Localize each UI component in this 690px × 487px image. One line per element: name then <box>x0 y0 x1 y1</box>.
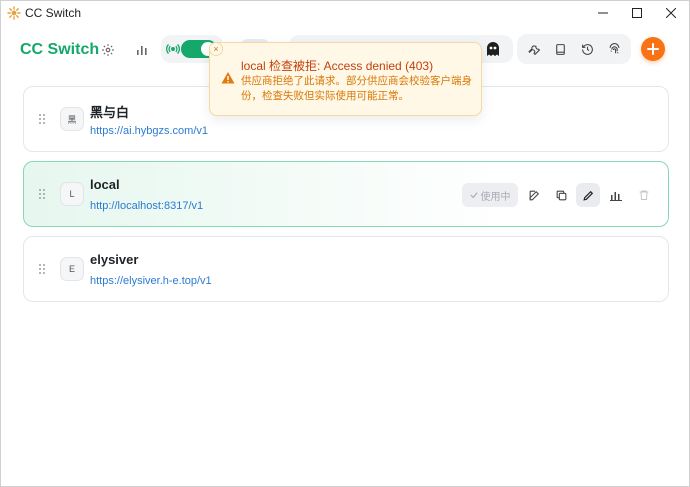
drag-handle-icon[interactable] <box>38 263 46 275</box>
provider-url[interactable]: https://elysiver.h-e.top/v1 <box>90 275 212 287</box>
provider-avatar: L <box>60 182 84 206</box>
history-icon <box>581 43 593 55</box>
wrench-icon <box>527 45 540 55</box>
copy-icon <box>556 190 566 200</box>
toolbar-group <box>517 34 631 64</box>
app-window: CC Switch CC Switch 黑 黑与白 https://ai.hyb… <box>0 0 690 487</box>
provider-avatar: E <box>60 257 84 281</box>
pencil-icon <box>582 190 593 201</box>
provider-name: elysiver <box>90 252 139 267</box>
bar-chart-icon <box>137 46 147 55</box>
close-button[interactable] <box>651 1 690 25</box>
duplicate-button[interactable] <box>549 183 573 207</box>
provider-url[interactable]: http://localhost:8317/v1 <box>90 200 203 212</box>
in-use-button: 使用中 <box>462 183 518 207</box>
settings-button[interactable] <box>97 39 119 61</box>
provider-card-active[interactable]: L local http://localhost:8317/v1 使用中 <box>23 161 669 227</box>
bar-chart-icon <box>610 192 622 201</box>
app-logo-icon <box>7 6 21 20</box>
check-icon <box>469 192 478 199</box>
book-icon <box>555 43 565 55</box>
usage-button[interactable] <box>604 183 628 207</box>
provider-name: 黑与白 <box>90 105 130 120</box>
trash-icon <box>639 190 649 200</box>
close-icon <box>666 8 676 18</box>
broadcast-icon <box>166 44 180 54</box>
toast-close-button[interactable]: × <box>209 42 223 56</box>
title-bar: CC Switch <box>1 1 689 25</box>
plus-icon <box>647 43 659 55</box>
provider-avatar: 黑 <box>60 107 84 131</box>
fingerprint-icon <box>609 42 619 53</box>
drag-handle-icon[interactable] <box>38 188 46 200</box>
window-title: CC Switch <box>25 6 82 20</box>
add-provider-button[interactable] <box>641 37 665 61</box>
delete-button[interactable] <box>632 183 656 207</box>
toast-title: local 检查被拒: Access denied (403) <box>241 59 434 73</box>
toast-message: 供应商拒绝了此请求。部分供应商会校验客户端身份，检查失败但实际使用可能正常。 <box>241 75 472 102</box>
provider-url[interactable]: https://ai.hybgzs.com/v1 <box>90 125 208 137</box>
warning-toast: × local 检查被拒: Access denied (403) 供应商拒绝了… <box>209 42 482 116</box>
test-endpoint-button[interactable] <box>576 183 600 207</box>
gear-icon <box>102 44 114 56</box>
ghost-icon[interactable] <box>483 39 503 59</box>
provider-name: local <box>90 177 120 192</box>
drag-handle-icon[interactable] <box>38 113 46 125</box>
tools-button[interactable] <box>525 40 543 58</box>
brand-title[interactable]: CC Switch <box>20 41 99 59</box>
provider-card[interactable]: E elysiver https://elysiver.h-e.top/v1 <box>23 236 669 302</box>
usage-stats-button[interactable] <box>131 39 153 61</box>
edit-button[interactable] <box>522 183 546 207</box>
history-button[interactable] <box>578 40 596 58</box>
minimize-icon <box>598 12 608 14</box>
edit-icon <box>529 190 539 200</box>
skills-button[interactable] <box>605 40 623 58</box>
in-use-label: 使用中 <box>480 191 511 203</box>
prompts-button[interactable] <box>551 40 569 58</box>
warning-icon <box>221 72 235 84</box>
maximize-icon <box>632 8 642 18</box>
